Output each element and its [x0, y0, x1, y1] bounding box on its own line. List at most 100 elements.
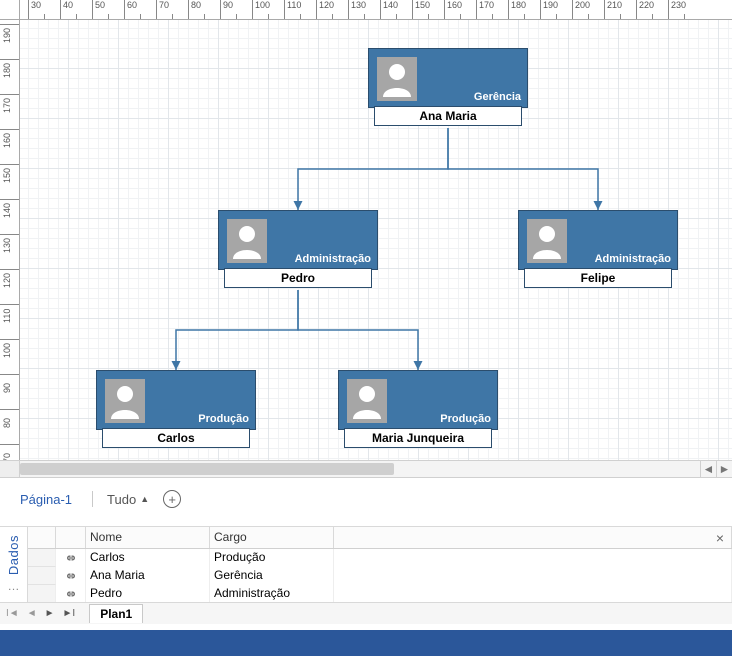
ruler-h-tick: 170: [476, 0, 494, 20]
ruler-h-tick: 150: [412, 0, 430, 20]
org-node-dept: Gerência: [474, 91, 521, 103]
row-handle[interactable]: [28, 585, 56, 603]
ruler-h-tick: 160: [444, 0, 462, 20]
ruler-v-tick: 170: [0, 94, 20, 95]
org-node-name: Ana Maria: [374, 106, 522, 126]
drawing-surface[interactable]: GerênciaAna MariaAdministraçãoPedroAdmin…: [20, 20, 732, 478]
header-spacer: [56, 527, 86, 548]
org-node-body: Produção: [338, 370, 498, 430]
ruler-h-tick: 80: [188, 0, 201, 20]
org-node-dept: Produção: [440, 413, 491, 425]
org-node-body: Produção: [96, 370, 256, 430]
org-node-carlos[interactable]: Produção Carlos: [96, 370, 256, 448]
avatar-icon: [105, 379, 145, 423]
avatar-icon: [347, 379, 387, 423]
connector[interactable]: [176, 290, 298, 370]
ruler-h-tick: 190: [540, 0, 558, 20]
row-handle[interactable]: [28, 549, 56, 567]
scrollbar-track[interactable]: [20, 461, 700, 477]
scrollbar-arrow-left[interactable]: ◄: [700, 461, 716, 477]
ruler-h-tick: 110: [284, 0, 301, 20]
connector[interactable]: [448, 128, 598, 210]
nav-last-icon[interactable]: ►I: [63, 608, 76, 619]
nav-next-icon[interactable]: ►: [45, 608, 55, 619]
ruler-h-tick: 100: [252, 0, 270, 20]
cell-empty: [334, 567, 732, 585]
data-panel: Dados … Nome Cargo CarlosProduçãoAna Mar…: [0, 526, 732, 624]
ruler-h-tick: 50: [92, 0, 105, 20]
org-node-name: Carlos: [102, 428, 250, 448]
chevron-up-icon: ▲: [140, 494, 149, 504]
page-tab-active[interactable]: Página-1: [14, 488, 78, 511]
ruler-v-tick: 160: [0, 129, 20, 130]
ruler-horizontal: 3040506070809010011012013014015016017018…: [20, 0, 732, 20]
org-node-pedro[interactable]: Administração Pedro: [218, 210, 378, 288]
header-spacer: [28, 527, 56, 548]
cell-nome: Pedro: [86, 585, 210, 603]
org-node-body: Administração: [518, 210, 678, 270]
cell-cargo: Produção: [210, 549, 334, 567]
org-node-dept: Administração: [295, 253, 371, 265]
ruler-v-tick: 90: [0, 374, 20, 375]
ruler-h-tick: 140: [380, 0, 398, 20]
cell-nome: Ana Maria: [86, 567, 210, 585]
ruler-h-tick: 120: [316, 0, 334, 20]
org-node-name: Pedro: [224, 268, 372, 288]
sheet-tab[interactable]: Plan1: [89, 604, 143, 623]
filter-label: Tudo: [107, 492, 136, 507]
ruler-h-tick: 230: [668, 0, 686, 20]
link-icon: [56, 585, 86, 603]
ruler-v-tick: 150: [0, 164, 20, 165]
status-bar: [0, 630, 732, 656]
scrollbar-arrow-right[interactable]: ►: [716, 461, 732, 477]
table-row[interactable]: Ana MariaGerência: [28, 567, 732, 585]
table-row[interactable]: CarlosProdução: [28, 549, 732, 567]
cell-cargo: Gerência: [210, 567, 334, 585]
row-handle[interactable]: [28, 567, 56, 585]
ruler-h-tick: 180: [508, 0, 526, 20]
org-node-dept: Produção: [198, 413, 249, 425]
canvas-area: 3040506070809010011012013014015016017018…: [0, 0, 732, 478]
ruler-h-tick: 60: [124, 0, 137, 20]
org-node-ana[interactable]: Gerência Ana Maria: [368, 48, 528, 126]
ruler-v-tick: 100: [0, 339, 20, 340]
ruler-v-tick: 110: [0, 304, 20, 305]
column-header-nome[interactable]: Nome: [86, 527, 210, 548]
ruler-h-tick: 130: [348, 0, 366, 20]
sheet-nav-bar: I◄ ◄ ► ►I Plan1: [28, 602, 732, 624]
avatar-icon: [527, 219, 567, 263]
close-icon[interactable]: ×: [716, 530, 724, 546]
org-node-name: Felipe: [524, 268, 672, 288]
nav-prev-icon[interactable]: ◄: [28, 608, 37, 619]
link-icon: [56, 567, 86, 585]
scrollbar-corner: [0, 461, 20, 477]
ruler-h-tick: 30: [28, 0, 41, 20]
cell-cargo: Administração: [210, 585, 334, 603]
ruler-vertical: 190180170160150140130120110100908070: [0, 20, 20, 478]
horizontal-scrollbar[interactable]: ◄ ►: [0, 460, 732, 478]
ruler-corner: [0, 0, 20, 20]
separator: [92, 491, 93, 507]
org-node-body: Administração: [218, 210, 378, 270]
ruler-h-tick: 200: [572, 0, 590, 20]
page-tab-bar: Página-1 Tudo ▲ +: [14, 485, 732, 513]
org-node-name: Maria Junqueira: [344, 428, 492, 448]
org-node-maria[interactable]: Produção Maria Junqueira: [338, 370, 498, 448]
table-row[interactable]: PedroAdministração: [28, 585, 732, 603]
column-header-cargo[interactable]: Cargo: [210, 527, 334, 548]
ruler-h-tick: 90: [220, 0, 233, 20]
filter-dropdown[interactable]: Tudo ▲: [107, 492, 149, 507]
data-grid-header: Nome Cargo: [28, 527, 732, 549]
header-spacer: [334, 527, 732, 548]
ruler-v-tick: 180: [0, 59, 20, 60]
connector[interactable]: [298, 290, 418, 370]
ruler-v-tick: 120: [0, 269, 20, 270]
scrollbar-thumb[interactable]: [20, 463, 394, 475]
org-node-felipe[interactable]: AdministraçãoFelipe: [518, 210, 678, 288]
add-page-button[interactable]: +: [163, 490, 181, 508]
connector[interactable]: [298, 128, 448, 210]
org-node-body: Gerência: [368, 48, 528, 108]
ruler-v-tick: 140: [0, 199, 20, 200]
cell-empty: [334, 585, 732, 603]
cell-nome: Carlos: [86, 549, 210, 567]
